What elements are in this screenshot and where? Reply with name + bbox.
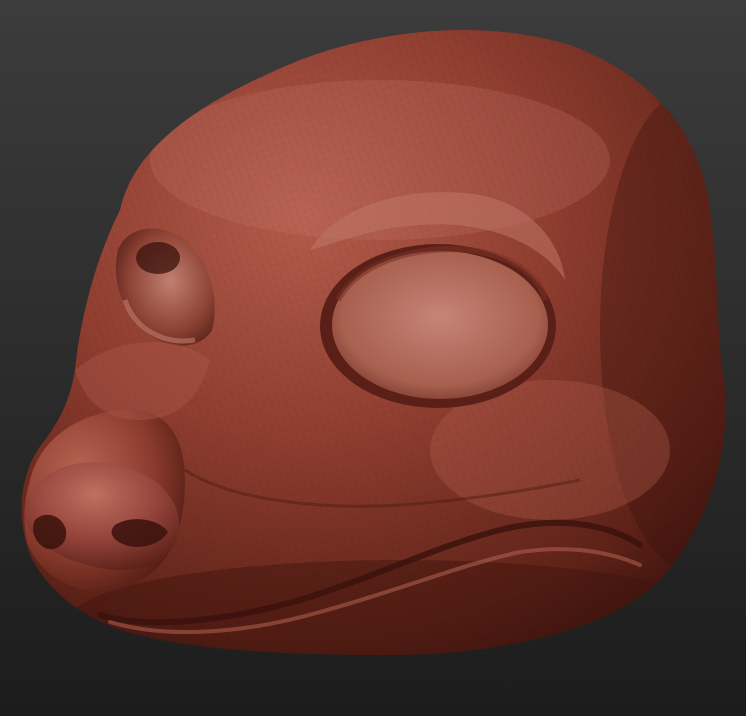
3d-viewport[interactable] [0, 0, 746, 716]
right-eye-opening [320, 244, 556, 408]
sculpt-render [0, 0, 746, 716]
